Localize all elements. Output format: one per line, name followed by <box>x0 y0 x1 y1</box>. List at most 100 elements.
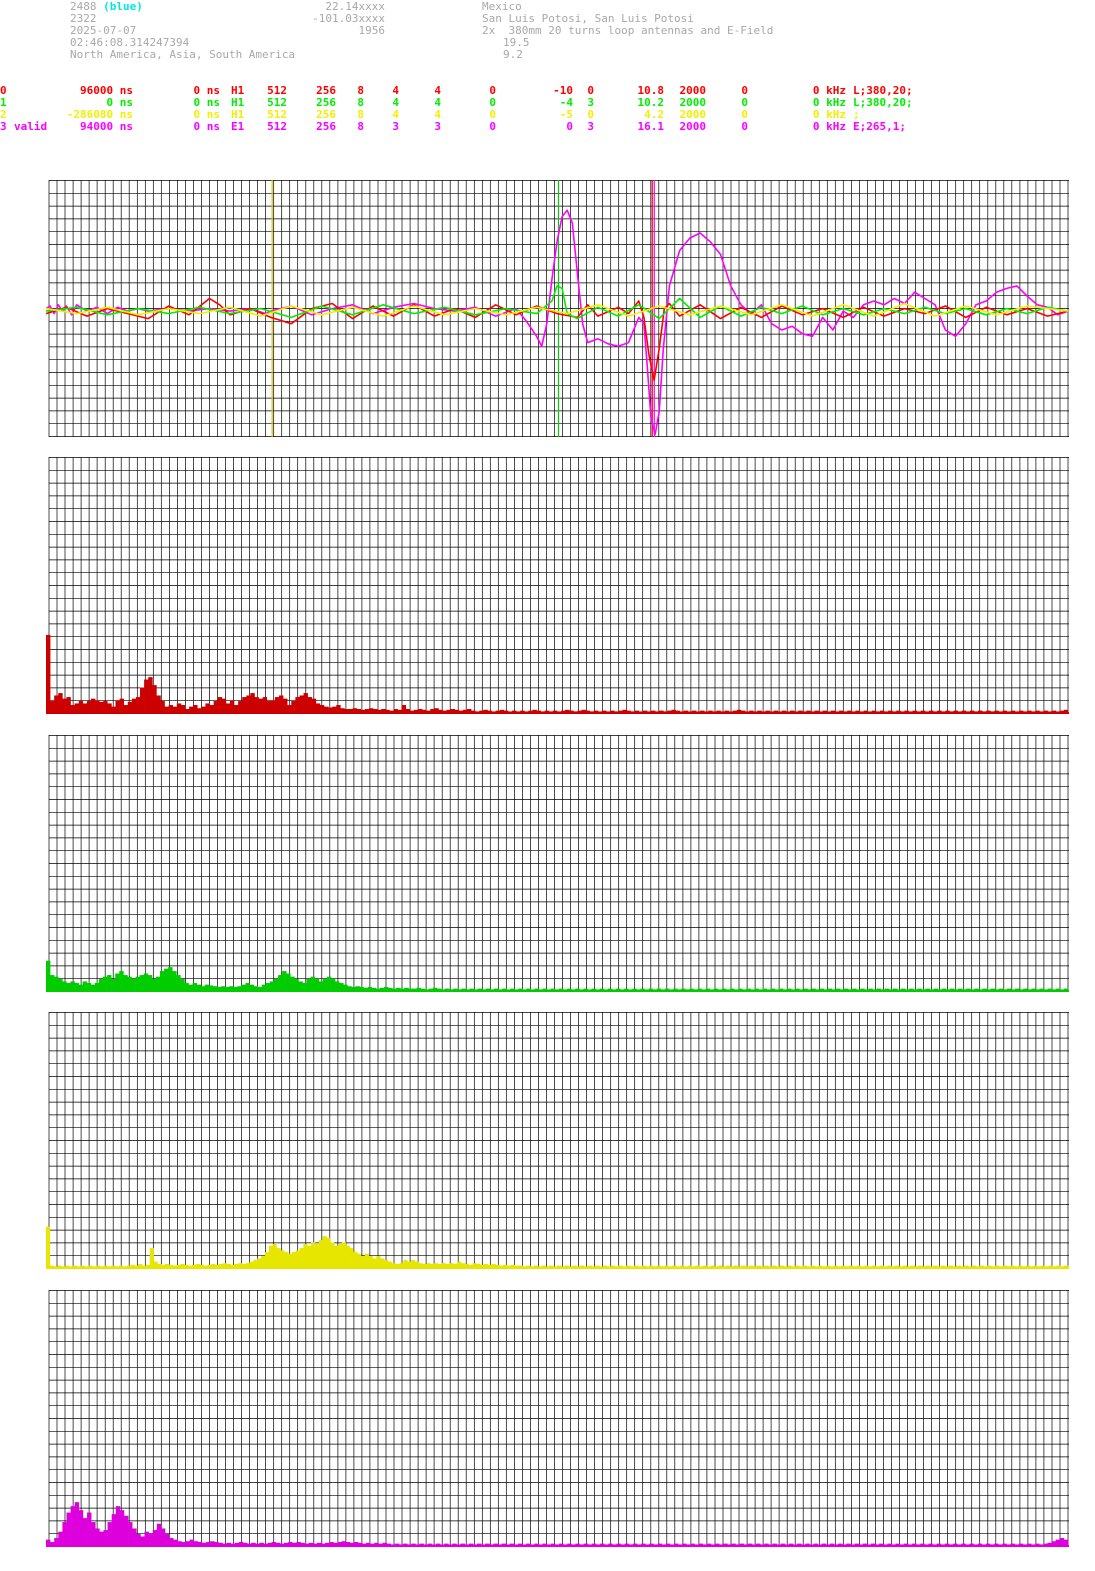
spectrum-bar <box>295 697 300 713</box>
spectrum-bar <box>270 700 276 713</box>
spectrum-bar <box>107 1522 112 1546</box>
spectrum-bar <box>403 1260 408 1268</box>
spectrum-bar <box>54 976 59 991</box>
channel-cell-c9: 16.1 <box>637 120 665 133</box>
spectrum-bar <box>314 979 320 991</box>
spectrum-bar <box>74 703 80 713</box>
spectrum-bar <box>46 960 51 991</box>
spectrum-bar <box>205 703 210 713</box>
spectrum-bar <box>152 1530 158 1546</box>
spectrum-bar <box>168 705 174 713</box>
spectrum-bar <box>290 976 295 991</box>
spectrum-bar <box>318 1240 323 1268</box>
spectrum-bar <box>176 975 181 991</box>
spectrum-bar <box>262 697 268 713</box>
spectrum-bar <box>335 981 340 991</box>
spectrum-bar <box>265 1252 270 1268</box>
spectrum-panel-ch2 <box>46 1012 1069 1269</box>
spectrum-bar <box>58 979 63 991</box>
spectrum-bar <box>78 701 84 713</box>
spectrum-bar <box>322 979 328 991</box>
spectrum-bar <box>306 979 311 991</box>
spectrum-bar <box>70 1506 76 1546</box>
spectrum-bar <box>176 703 182 713</box>
spectrum-bar <box>78 1510 84 1546</box>
spectrum-bar <box>160 701 165 713</box>
spectrum-bar <box>144 1531 149 1546</box>
spectrum-bar <box>364 1253 370 1268</box>
spectrum-bar <box>299 1248 304 1268</box>
spectrum-bar <box>115 1506 121 1546</box>
spectrum-bar <box>384 1260 389 1268</box>
spectrum-bar <box>287 705 292 713</box>
spectrum-bar <box>152 685 157 713</box>
channel-cell-c3: 8 <box>357 120 364 133</box>
spectrum-bar <box>46 1226 51 1268</box>
spectrum-bar <box>103 701 108 713</box>
spectrum-chart-ch3 <box>46 1290 1069 1547</box>
spectrum-bar <box>254 697 259 713</box>
spectrum-bar <box>160 971 165 991</box>
grid <box>48 1290 1069 1547</box>
channel-cell-type: E1 <box>231 120 245 133</box>
spectrum-bar <box>298 981 303 991</box>
spectrum-bar <box>103 1530 108 1546</box>
spectrum-bar <box>338 1244 343 1268</box>
spectrum-bar <box>87 1512 92 1546</box>
spectrum-panel-ch3 <box>46 1290 1069 1547</box>
spectrum-bar <box>98 979 104 991</box>
channel-cell-ant: E;265,1; <box>853 120 906 133</box>
spectrum-bar <box>107 703 112 713</box>
channel-cell-c8: 3 <box>587 120 594 133</box>
spectrum-bar <box>90 698 96 713</box>
spectrum-bars <box>46 1502 1069 1546</box>
spectrum-bar <box>322 1236 327 1268</box>
spectrum-bar <box>353 1252 358 1268</box>
spectrum-bar <box>242 697 247 713</box>
spectrum-bar <box>50 975 55 991</box>
spectrum-bar <box>209 705 214 713</box>
spectrum-bar <box>168 967 173 991</box>
spectrum-bar <box>143 973 149 991</box>
spectrum-bar <box>376 1256 381 1268</box>
spectrum-bar <box>111 1514 117 1546</box>
spectrum-bar <box>156 1523 162 1546</box>
spectrum-bar <box>156 695 161 713</box>
spectrum-bar <box>144 679 149 713</box>
spectrum-bar <box>103 976 108 991</box>
spectrum-bar <box>95 700 100 713</box>
spectrum-bar <box>315 703 321 713</box>
channel-cell-c5: 3 <box>434 120 441 133</box>
channel-cell-offset: 94000 ns <box>80 120 133 133</box>
channel-cell-c1: 512 <box>267 120 287 133</box>
spectrum-bar <box>246 695 251 713</box>
regions-label: North America, Asia, South America <box>70 48 296 61</box>
spectrum-bar <box>128 1522 133 1546</box>
spectrum-bar <box>229 700 235 713</box>
channel-row: 10 ns 0 ns H1 512 256 8 4 4 0 -4 3 10.2 2000 0 0 kHz L;… <box>0 97 1095 109</box>
spectrum-bar <box>140 687 145 713</box>
channel-cell-c7: 0 <box>566 120 573 133</box>
spectrum-bar <box>131 698 137 713</box>
spectrum-bar <box>1059 1538 1065 1546</box>
spectrum-bar <box>148 1534 154 1546</box>
spectrum-bar <box>253 1260 258 1268</box>
spectrum-bar <box>99 701 104 713</box>
spectrum-bar <box>58 693 63 713</box>
spectrum-bar <box>62 698 67 713</box>
channel-cell-c6: 0 <box>489 120 496 133</box>
spectrum-bar <box>274 979 279 991</box>
spectrum-bar <box>278 975 283 991</box>
channel-cell-c11: 0 <box>741 120 748 133</box>
spectrum-bar <box>276 1248 281 1268</box>
spectrum-bar <box>258 698 263 713</box>
spectrum-bar <box>318 981 324 991</box>
spectrum-bar <box>372 1258 377 1268</box>
spectrum-bar <box>132 1528 137 1546</box>
spectrum-bar <box>135 697 141 713</box>
spectrum-bar <box>180 979 185 991</box>
spectrum-bar <box>54 1538 59 1546</box>
spectrum-bar <box>74 983 79 991</box>
spectrum-bar <box>257 1258 262 1268</box>
waveform-series <box>46 209 1069 436</box>
